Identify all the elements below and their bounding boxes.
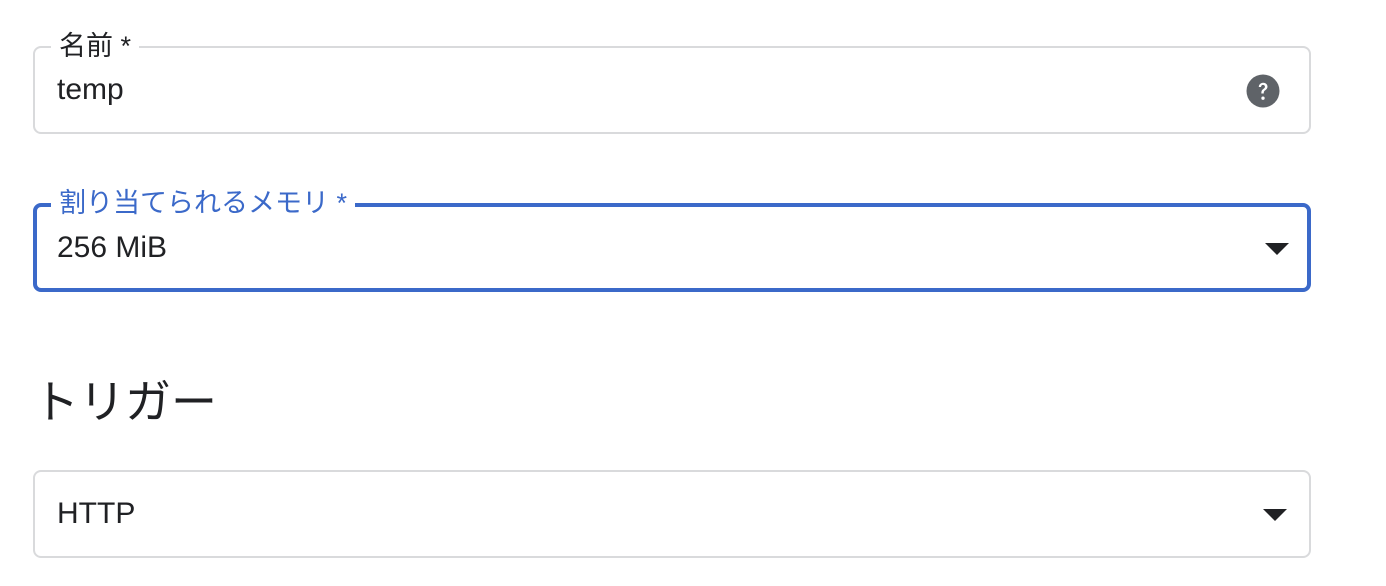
name-field[interactable]: 名前 * temp xyxy=(33,29,1311,134)
name-field-label: 名前 * xyxy=(51,29,140,63)
name-input[interactable]: temp xyxy=(57,72,124,108)
trigger-select[interactable]: HTTP xyxy=(33,470,1311,558)
trigger-select-value: HTTP xyxy=(57,497,136,530)
arrow-drop-down-icon[interactable] xyxy=(1263,509,1287,521)
memory-select[interactable]: 割り当てられるメモリ * 256 MiB xyxy=(33,186,1311,292)
memory-select-label: 割り当てられるメモリ * xyxy=(51,186,356,220)
help-circle-icon[interactable] xyxy=(1245,73,1281,109)
arrow-drop-down-icon[interactable] xyxy=(1265,243,1289,255)
trigger-section-heading: トリガー xyxy=(33,376,217,428)
memory-select-value: 256 MiB xyxy=(57,231,168,264)
